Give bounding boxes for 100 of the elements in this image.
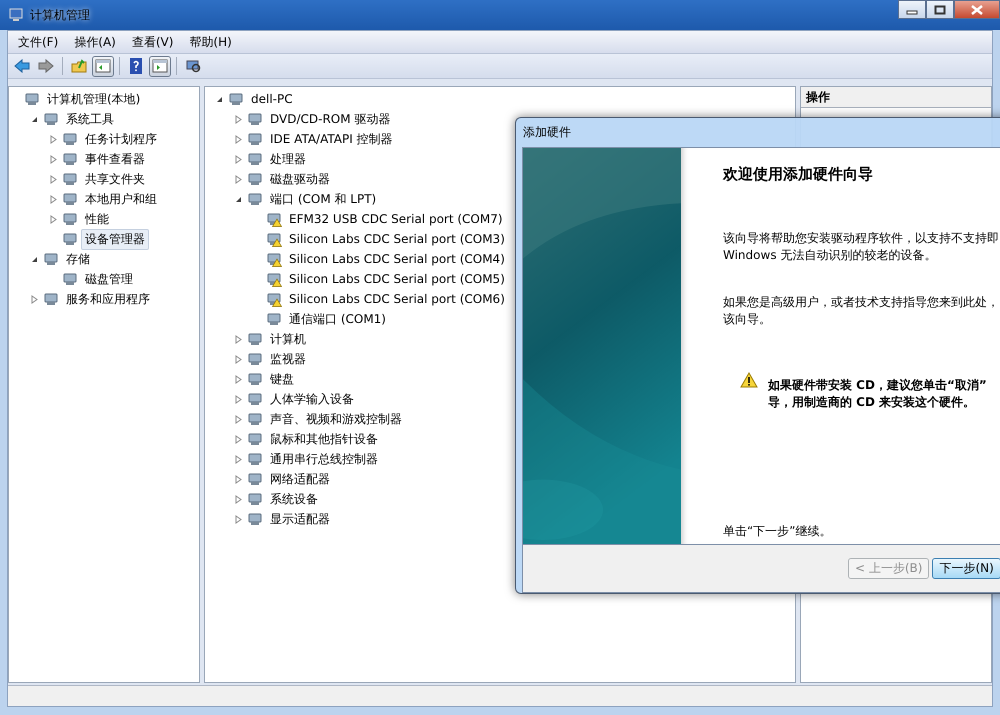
expand-arrow-icon[interactable] — [234, 134, 243, 144]
tree-item[interactable]: 网络适配器 — [266, 468, 334, 490]
window-title: 计算机管理 — [30, 6, 90, 24]
expand-arrow-icon[interactable] — [234, 514, 243, 524]
expand-arrow-icon[interactable] — [234, 394, 243, 404]
expand-arrow-icon[interactable] — [234, 114, 243, 124]
paragraph-line: Windows 无法自动识别的较老的设备。 — [723, 247, 938, 264]
warning-text: 导，用制造商的 CD 来安装这个硬件。 — [768, 394, 976, 411]
expand-arrow-icon[interactable] — [234, 174, 243, 184]
expand-arrow-icon[interactable] — [49, 154, 58, 164]
device-icon — [247, 151, 263, 167]
paragraph-line: 该向导。 — [723, 311, 772, 328]
expand-arrow-icon[interactable] — [49, 214, 58, 224]
device-icon — [247, 111, 263, 127]
pane-left-icon — [94, 57, 112, 75]
device-warning-icon — [266, 271, 282, 287]
expand-arrow-icon[interactable] — [49, 174, 58, 184]
tree-pane-button[interactable] — [92, 56, 114, 76]
expand-arrow-icon[interactable] — [234, 434, 243, 444]
device-icon — [247, 371, 263, 387]
tree-item[interactable]: 设备管理器 — [81, 228, 149, 250]
expand-arrow-icon[interactable] — [234, 334, 243, 344]
minimize-button[interactable] — [898, 0, 926, 19]
device-icon — [266, 311, 282, 327]
menu-item[interactable]: 文件(F) — [12, 34, 64, 50]
menu-item[interactable]: 查看(V) — [126, 34, 180, 50]
tree-item[interactable]: 通用串行总线控制器 — [266, 448, 382, 470]
device-icon — [228, 91, 244, 107]
device-warning-icon — [266, 291, 282, 307]
device-icon — [62, 231, 78, 247]
tree-item[interactable]: 通信端口 (COM1) — [285, 308, 390, 330]
forward-arrow-icon — [37, 57, 55, 75]
tree-item[interactable]: 本地用户和组 — [81, 188, 161, 210]
device-icon — [247, 471, 263, 487]
expand-arrow-icon[interactable] — [234, 414, 243, 424]
tree-item[interactable]: 声音、视频和游戏控制器 — [266, 408, 406, 430]
maximize-button[interactable] — [926, 0, 954, 19]
menu-item[interactable]: 帮助(H) — [183, 34, 238, 50]
action-pane-button[interactable] — [149, 56, 171, 76]
expand-arrow-icon[interactable] — [49, 194, 58, 204]
tree-item[interactable]: 处理器 — [266, 148, 310, 170]
tree-item[interactable]: 端口 (COM 和 LPT) — [266, 188, 380, 210]
device-icon — [247, 351, 263, 367]
device-icon — [43, 291, 59, 307]
menu-item[interactable]: 操作(A) — [68, 34, 122, 50]
tree-item[interactable]: 磁盘驱动器 — [266, 168, 334, 190]
tree-item[interactable]: dell-PC — [247, 90, 297, 108]
expand-arrow-icon[interactable] — [234, 494, 243, 504]
tree-item[interactable]: 磁盘管理 — [81, 268, 137, 290]
collapse-arrow-icon[interactable] — [30, 254, 39, 264]
device-icon — [247, 411, 263, 427]
device-icon — [247, 391, 263, 407]
device-icon — [247, 171, 263, 187]
tree-item[interactable]: 计算机 — [266, 328, 310, 350]
tree-item[interactable]: 事件查看器 — [81, 148, 149, 170]
expand-arrow-icon[interactable] — [234, 374, 243, 384]
device-icon — [247, 131, 263, 147]
tree-item[interactable]: 系统设备 — [266, 488, 322, 510]
collapse-arrow-icon[interactable] — [234, 194, 243, 204]
expand-arrow-icon[interactable] — [49, 134, 58, 144]
tree-item[interactable]: 鼠标和其他指针设备 — [266, 428, 382, 450]
wizard-heading: 欢迎使用添加硬件向导 — [723, 165, 874, 184]
expand-arrow-icon[interactable] — [30, 294, 39, 304]
back-arrow-icon — [13, 57, 31, 75]
tree-item[interactable]: DVD/CD-ROM 驱动器 — [266, 108, 394, 130]
tree-item[interactable]: 计算机管理(本地) — [43, 88, 144, 110]
warning-text: 如果硬件带安装 CD，建议您单击“取消” — [768, 377, 987, 394]
close-button[interactable] — [954, 0, 1000, 19]
device-icon — [43, 111, 59, 127]
tree-item[interactable]: 共享文件夹 — [81, 168, 149, 190]
expand-arrow-icon[interactable] — [234, 154, 243, 164]
warning-icon — [740, 372, 758, 388]
folder-up-icon — [70, 57, 88, 75]
tree-item[interactable]: Silicon Labs CDC Serial port (COM3) — [285, 230, 509, 248]
tree-item[interactable]: 存储 — [62, 248, 94, 270]
tree-item[interactable]: Silicon Labs CDC Serial port (COM4) — [285, 250, 509, 268]
tree-item[interactable]: 人体学输入设备 — [266, 388, 358, 410]
collapse-arrow-icon[interactable] — [30, 114, 39, 124]
next-step-button[interactable]: 下一步(N) — [932, 558, 1000, 579]
tree-item[interactable]: Silicon Labs CDC Serial port (COM6) — [285, 290, 509, 308]
tree-item[interactable]: 系统工具 — [62, 108, 118, 130]
tree-item[interactable]: EFM32 USB CDC Serial port (COM7) — [285, 210, 507, 228]
expand-arrow-icon[interactable] — [234, 474, 243, 484]
device-icon — [43, 251, 59, 267]
tree-item[interactable]: 服务和应用程序 — [62, 288, 154, 310]
tree-item[interactable]: Silicon Labs CDC Serial port (COM5) — [285, 270, 509, 288]
expand-arrow-icon[interactable] — [234, 354, 243, 364]
device-icon — [62, 151, 78, 167]
collapse-arrow-icon[interactable] — [215, 94, 224, 104]
tree-item[interactable]: 任务计划程序 — [81, 128, 161, 150]
tree-item[interactable]: 性能 — [81, 208, 113, 230]
device-icon — [62, 271, 78, 287]
tree-item[interactable]: IDE ATA/ATAPI 控制器 — [266, 128, 397, 150]
device-icon — [247, 451, 263, 467]
device-icon — [62, 131, 78, 147]
tree-item[interactable]: 键盘 — [266, 368, 298, 390]
device-icon — [62, 211, 78, 227]
expand-arrow-icon[interactable] — [234, 454, 243, 464]
tree-item[interactable]: 显示适配器 — [266, 508, 334, 530]
tree-item[interactable]: 监视器 — [266, 348, 310, 370]
